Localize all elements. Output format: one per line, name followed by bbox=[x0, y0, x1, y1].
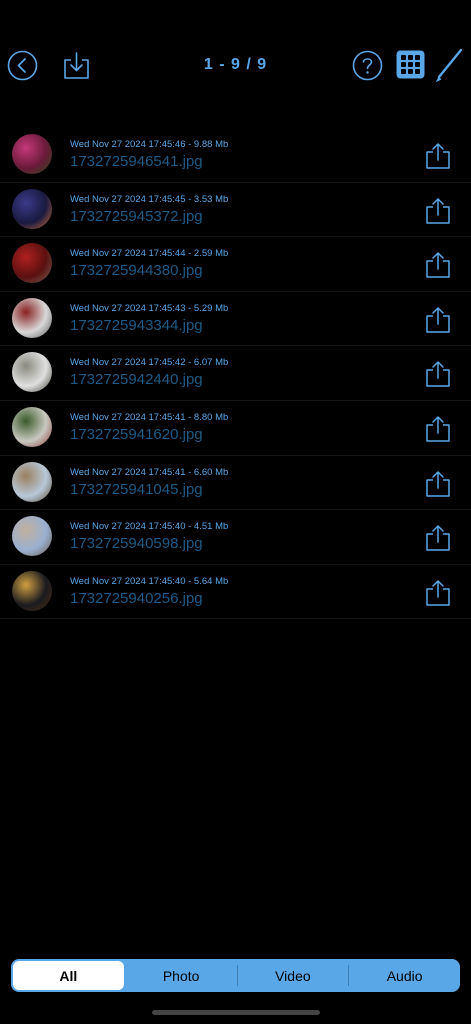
file-name[interactable]: 1732725945372.jpg bbox=[70, 208, 203, 225]
file-meta: Wed Nov 27 2024 17:45:44 - 2.59 Mb bbox=[70, 248, 229, 260]
share-button[interactable] bbox=[425, 579, 451, 607]
file-meta: Wed Nov 27 2024 17:45:41 - 8.80 Mb bbox=[70, 411, 229, 423]
file-name[interactable]: 1732725946541.jpg bbox=[70, 153, 203, 170]
thumbnail[interactable] bbox=[12, 461, 52, 502]
share-button[interactable] bbox=[425, 306, 451, 334]
share-icon bbox=[426, 307, 450, 333]
thumbnail[interactable] bbox=[12, 516, 52, 557]
file-row[interactable]: Wed Nov 27 2024 17:45:45 - 3.53 Mb 173272… bbox=[0, 183, 471, 238]
file-name[interactable]: 1732725943344.jpg bbox=[70, 317, 203, 334]
thumbnail[interactable] bbox=[12, 352, 52, 393]
file-meta: Wed Nov 27 2024 17:45:41 - 6.60 Mb bbox=[70, 466, 229, 478]
share-button[interactable] bbox=[425, 415, 451, 443]
thumbnail[interactable] bbox=[12, 188, 52, 229]
file-name[interactable]: 1732725940256.jpg bbox=[70, 590, 203, 607]
share-button[interactable] bbox=[425, 142, 451, 170]
file-row[interactable]: Wed Nov 27 2024 17:45:46 - 9.88 Mb 173272… bbox=[0, 128, 471, 183]
file-row[interactable]: Wed Nov 27 2024 17:45:43 - 5.29 Mb 173272… bbox=[0, 292, 471, 347]
file-row[interactable]: Wed Nov 27 2024 17:45:44 - 2.59 Mb 173272… bbox=[0, 237, 471, 292]
share-icon bbox=[426, 525, 450, 551]
share-icon bbox=[426, 361, 450, 388]
edit-button[interactable] bbox=[433, 47, 465, 83]
grid-view-icon bbox=[396, 50, 425, 79]
file-row[interactable]: Wed Nov 27 2024 17:45:40 - 4.51 Mb 173272… bbox=[0, 510, 471, 565]
share-button[interactable] bbox=[425, 524, 451, 552]
grid-view-button[interactable] bbox=[396, 50, 425, 79]
thumbnail[interactable] bbox=[12, 406, 52, 447]
file-meta: Wed Nov 27 2024 17:45:42 - 6.07 Mb bbox=[70, 357, 229, 369]
file-name[interactable]: 1732725941045.jpg bbox=[70, 481, 203, 498]
share-icon bbox=[426, 416, 450, 442]
share-button[interactable] bbox=[425, 470, 451, 498]
file-row[interactable]: Wed Nov 27 2024 17:45:40 - 5.64 Mb 173272… bbox=[0, 565, 471, 620]
file-meta: Wed Nov 27 2024 17:45:45 - 3.53 Mb bbox=[70, 193, 229, 205]
top-toolbar: 1 - 9 / 9 bbox=[0, 45, 471, 87]
file-name[interactable]: 1732725944380.jpg bbox=[70, 262, 203, 279]
tab-all[interactable]: All bbox=[13, 961, 124, 990]
file-meta: Wed Nov 27 2024 17:45:40 - 5.64 Mb bbox=[70, 575, 229, 587]
thumbnail[interactable] bbox=[12, 243, 52, 284]
share-button[interactable] bbox=[425, 360, 451, 388]
media-filter-tabs: All Photo Video Audio bbox=[11, 959, 460, 992]
file-name[interactable]: 1732725942440.jpg bbox=[70, 371, 203, 388]
file-list: Wed Nov 27 2024 17:45:46 - 9.88 Mb 173272… bbox=[0, 128, 471, 620]
tab-photo[interactable]: Photo bbox=[126, 959, 237, 992]
share-icon bbox=[426, 197, 450, 224]
share-button[interactable] bbox=[425, 197, 451, 225]
help-button[interactable] bbox=[352, 50, 383, 81]
file-meta: Wed Nov 27 2024 17:45:43 - 5.29 Mb bbox=[70, 302, 229, 314]
tab-audio[interactable]: Audio bbox=[349, 959, 460, 992]
help-icon bbox=[352, 50, 383, 81]
file-meta: Wed Nov 27 2024 17:45:46 - 9.88 Mb bbox=[70, 139, 229, 150]
file-meta: Wed Nov 27 2024 17:45:40 - 4.51 Mb bbox=[70, 521, 229, 533]
thumbnail[interactable] bbox=[12, 570, 52, 611]
home-indicator bbox=[152, 1010, 320, 1015]
thumbnail[interactable] bbox=[12, 297, 52, 338]
edit-pencil-icon bbox=[435, 48, 463, 83]
file-name[interactable]: 1732725940598.jpg bbox=[70, 535, 203, 552]
share-icon bbox=[426, 470, 450, 497]
file-row[interactable]: Wed Nov 27 2024 17:45:41 - 8.80 Mb 173272… bbox=[0, 401, 471, 456]
share-button[interactable] bbox=[425, 251, 451, 279]
share-icon bbox=[426, 580, 450, 606]
file-name[interactable]: 1732725941620.jpg bbox=[70, 426, 203, 443]
file-row[interactable]: Wed Nov 27 2024 17:45:42 - 6.07 Mb 173272… bbox=[0, 346, 471, 401]
tab-video[interactable]: Video bbox=[238, 959, 349, 992]
share-icon bbox=[426, 252, 450, 278]
thumbnail[interactable] bbox=[12, 134, 52, 174]
file-row[interactable]: Wed Nov 27 2024 17:45:41 - 6.60 Mb 173272… bbox=[0, 456, 471, 511]
share-icon bbox=[426, 143, 450, 169]
